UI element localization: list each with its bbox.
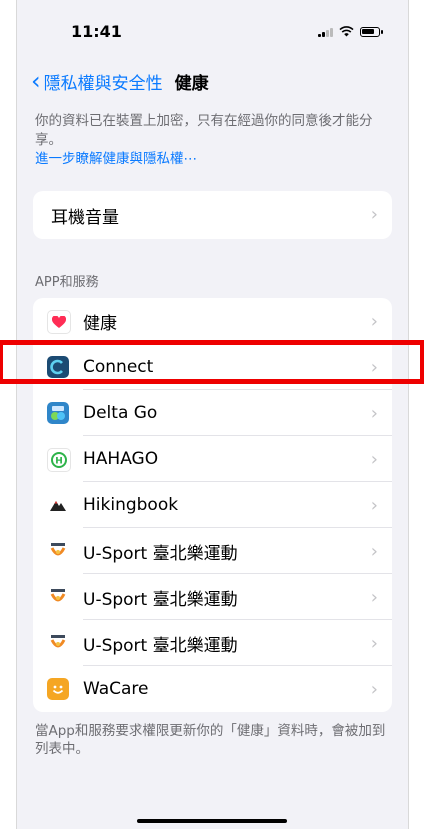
chevron-left-icon: ‹ — [31, 67, 41, 95]
app-label: Hikingbook — [83, 495, 179, 515]
app-label: HAHAGO — [83, 449, 159, 469]
usport-icon — [47, 540, 69, 562]
page-title: 健康 — [174, 73, 209, 94]
headphone-volume-row[interactable]: 耳機音量 › — [33, 191, 392, 239]
app-row-delta-go[interactable]: Delta Go › — [33, 390, 392, 436]
phone-screen: 11:41 ‹ 隱私權與安全性 健康 你的資料已在裝置上加密，只有在經過你的同意… — [16, 0, 409, 829]
app-label: Delta Go — [83, 403, 158, 423]
app-label: 健康 — [83, 313, 117, 334]
chevron-right-icon: › — [370, 541, 378, 562]
chevron-right-icon: › — [370, 495, 378, 516]
connect-icon — [47, 356, 69, 378]
app-row-wacare[interactable]: WaCare › — [33, 666, 392, 712]
status-bar: 11:41 — [17, 0, 408, 68]
headphone-volume-label: 耳機音量 — [51, 207, 119, 228]
chevron-right-icon: › — [370, 633, 378, 654]
chevron-right-icon: › — [370, 357, 378, 378]
home-indicator — [137, 819, 287, 823]
app-label: U-Sport 臺北樂運動 — [83, 543, 238, 564]
heart-icon — [47, 310, 71, 334]
back-button[interactable]: ‹ 隱私權與安全性 — [31, 69, 163, 94]
delta-go-icon — [47, 402, 69, 424]
wacare-icon — [47, 678, 69, 700]
back-label: 隱私權與安全性 — [43, 73, 163, 94]
learn-more-link[interactable]: 進一步瞭解健康與隱私權⋯ — [35, 150, 390, 169]
apps-footer-note: 當App和服務要求權限更新你的「健康」資料時，會被加到列表中。 — [35, 723, 386, 757]
app-row-health[interactable]: 健康 › — [33, 298, 392, 344]
app-label: WaCare — [83, 679, 149, 699]
usport-icon — [47, 632, 69, 654]
app-row-connect[interactable]: Connect › — [33, 344, 392, 390]
chevron-right-icon: › — [370, 403, 378, 424]
cellular-signal-icon — [318, 27, 333, 37]
chevron-right-icon: › — [370, 587, 378, 608]
hikingbook-icon — [47, 494, 69, 516]
status-time: 11:41 — [71, 22, 122, 41]
app-label: U-Sport 臺北樂運動 — [83, 635, 238, 656]
chevron-right-icon: › — [370, 679, 378, 700]
navigation-bar: ‹ 隱私權與安全性 健康 — [17, 68, 408, 94]
chevron-right-icon: › — [370, 311, 378, 332]
description-text: 你的資料已在裝置上加密，只有在經過你的同意後才能分享。 — [35, 113, 373, 148]
apps-list: 健康 › Connect › Delta Go › H HAHAGO › Hik… — [33, 298, 392, 712]
settings-group: 耳機音量 › — [33, 191, 392, 239]
app-row-usport-2[interactable]: U-Sport 臺北樂運動 › — [33, 574, 392, 620]
apps-section-header: APP和服務 — [35, 275, 99, 290]
app-label: Connect — [83, 357, 154, 377]
status-icons — [318, 26, 383, 37]
svg-text:H: H — [55, 457, 63, 467]
chevron-right-icon: › — [370, 204, 378, 225]
wifi-icon — [339, 26, 354, 37]
hahago-icon: H — [47, 448, 71, 472]
battery-icon — [360, 26, 383, 37]
app-row-usport-1[interactable]: U-Sport 臺北樂運動 › — [33, 528, 392, 574]
app-row-usport-3[interactable]: U-Sport 臺北樂運動 › — [33, 620, 392, 666]
usport-icon — [47, 586, 69, 608]
chevron-right-icon: › — [370, 449, 378, 470]
app-label: U-Sport 臺北樂運動 — [83, 589, 238, 610]
privacy-description: 你的資料已在裝置上加密，只有在經過你的同意後才能分享。 進一步瞭解健康與隱私權⋯ — [35, 112, 390, 169]
app-row-hikingbook[interactable]: Hikingbook › — [33, 482, 392, 528]
app-row-hahago[interactable]: H HAHAGO › — [33, 436, 392, 482]
